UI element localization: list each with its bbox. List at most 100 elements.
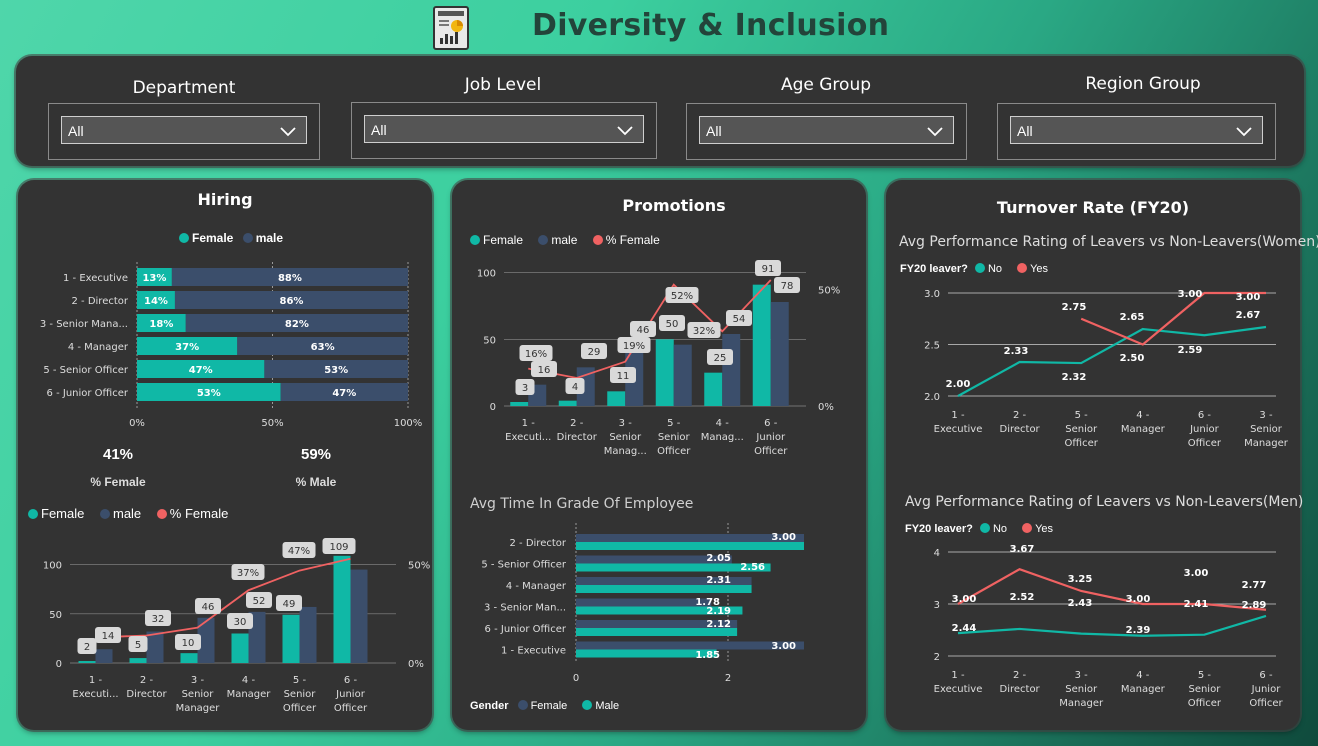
hiring-combo-legend: Female male % Female bbox=[28, 506, 240, 521]
hiring-panel: Hiring Female male 0% 50% 100% 1 - Executiv… bbox=[18, 180, 432, 730]
pct-label: 19% bbox=[623, 341, 645, 352]
data-label: 2.39 bbox=[1126, 625, 1151, 636]
category-label: 6 - bbox=[344, 675, 358, 686]
chevron-down-icon bbox=[927, 127, 943, 137]
category-label: 5 - Senior Officer bbox=[481, 560, 567, 571]
data-label-male: 82% bbox=[285, 319, 309, 330]
bar-female bbox=[510, 402, 529, 406]
category-label: Officer bbox=[1249, 698, 1283, 709]
bar-female bbox=[576, 534, 804, 542]
category-label: Junior bbox=[335, 689, 366, 700]
data-label: 3.00 bbox=[1178, 289, 1203, 300]
bar-male bbox=[722, 334, 741, 406]
category-label: Manager bbox=[1121, 424, 1166, 435]
data-label: 2.50 bbox=[1120, 353, 1145, 364]
bar-female bbox=[333, 555, 351, 663]
region-group-dropdown[interactable]: All bbox=[1010, 116, 1263, 144]
data-label: 2.05 bbox=[706, 553, 731, 564]
category-label: 5 - bbox=[667, 418, 681, 429]
data-label-male: 88% bbox=[278, 273, 302, 284]
department-dropdown[interactable]: All bbox=[61, 116, 307, 144]
y-tick-label: 0 bbox=[490, 402, 496, 413]
data-label: 54 bbox=[733, 314, 746, 325]
region-group-label: Region Group bbox=[1085, 74, 1201, 94]
category-label: Manager bbox=[1121, 684, 1166, 695]
category-label: Manager bbox=[227, 689, 272, 700]
category-label: 4 - bbox=[716, 418, 730, 429]
title-bar: Diversity & Inclusion bbox=[0, 0, 1318, 54]
legend-female: Female bbox=[41, 506, 85, 521]
time-in-grade-chart: 0 2 2 - Director 5 - Senior Officer 4 - Mana… bbox=[481, 523, 804, 684]
category-label: 2 - bbox=[1013, 670, 1027, 681]
leaver-legend-title: FY20 leaver? bbox=[900, 263, 968, 275]
category-label: Manager bbox=[1244, 438, 1289, 449]
bar-female bbox=[752, 284, 771, 406]
data-label: 29 bbox=[588, 347, 601, 358]
category-label: 6 - Junior Officer bbox=[485, 624, 567, 635]
category-label: 4 - bbox=[1136, 670, 1150, 681]
category-label: 6 - bbox=[764, 418, 778, 429]
category-label: Director bbox=[557, 432, 598, 443]
kpi-male-value: 59% bbox=[300, 446, 332, 463]
data-label: 1.85 bbox=[695, 650, 720, 661]
data-label-female: 14% bbox=[144, 296, 168, 307]
bar-male bbox=[95, 649, 113, 663]
category-label: 3 - Senior Man... bbox=[484, 603, 566, 614]
data-label: 2.59 bbox=[1178, 345, 1203, 356]
data-label-male: 86% bbox=[280, 296, 304, 307]
bar-female bbox=[78, 661, 96, 663]
bar-male bbox=[673, 344, 692, 406]
page-title: Diversity & Inclusion bbox=[532, 8, 890, 43]
category-label: Officer bbox=[657, 446, 691, 457]
bar-female bbox=[576, 598, 712, 607]
line-no bbox=[957, 325, 1267, 397]
bar-female bbox=[180, 653, 198, 663]
data-label: 49 bbox=[283, 599, 296, 610]
data-label: 3.00 bbox=[771, 641, 796, 652]
data-label: 2.00 bbox=[946, 379, 971, 390]
data-label: 2.32 bbox=[1062, 372, 1087, 383]
y-tick-label: 3.0 bbox=[924, 289, 940, 300]
y-tick-label: 2.0 bbox=[924, 392, 940, 403]
data-label: 2.65 bbox=[1120, 312, 1145, 323]
x-tick-label: 100% bbox=[394, 418, 423, 429]
pct-label: 47% bbox=[288, 546, 310, 557]
data-label: 46 bbox=[637, 325, 650, 336]
legend-no: No bbox=[992, 523, 1007, 535]
promotions-combo-chart: 0 50 100 0% 50% 1 - Executi... 2 - Director 3 - Se… bbox=[477, 260, 840, 457]
category-label: 1 - bbox=[951, 410, 965, 421]
line-no bbox=[957, 614, 1267, 637]
legend-male: male bbox=[551, 233, 578, 247]
kpi-female-label: % Female bbox=[90, 475, 146, 489]
pct-label: 16% bbox=[525, 349, 547, 360]
category-label: Executive bbox=[934, 684, 983, 695]
department-value: All bbox=[68, 123, 84, 139]
data-label: 10 bbox=[182, 638, 195, 649]
age-group-dropdown[interactable]: All bbox=[699, 116, 954, 144]
data-label: 78 bbox=[781, 281, 794, 292]
y-tick-label: 2 bbox=[934, 652, 940, 663]
legend-female: Female bbox=[483, 233, 524, 247]
pct-label: 52% bbox=[671, 291, 693, 302]
category-label: Manager bbox=[1059, 698, 1104, 709]
kpi-female-value: 41% bbox=[102, 446, 134, 463]
x-tick-label: 2 bbox=[725, 673, 731, 684]
legend-female: Female bbox=[530, 700, 568, 712]
category-label: Director bbox=[1000, 424, 1041, 435]
job-level-dropdown[interactable]: All bbox=[364, 115, 644, 143]
category-label: 1 - bbox=[951, 670, 965, 681]
category-label: 6 - Junior Officer bbox=[47, 388, 129, 399]
data-label-male: 63% bbox=[311, 342, 335, 353]
category-label: 5 - bbox=[1198, 670, 1212, 681]
bar-female bbox=[704, 372, 723, 406]
age-group-label: Age Group bbox=[780, 75, 872, 95]
category-label: 6 - bbox=[1198, 410, 1212, 421]
hiring-legend: Female male bbox=[179, 231, 289, 245]
category-label: Director bbox=[126, 689, 167, 700]
kpi-male-label: % Male bbox=[295, 475, 337, 489]
y2-tick-label: 0% bbox=[408, 659, 424, 670]
category-label: 3 - bbox=[1075, 670, 1089, 681]
y-tick-label: 100 bbox=[43, 561, 62, 572]
data-label: 3.25 bbox=[1068, 574, 1093, 585]
category-label: 4 - bbox=[1136, 410, 1150, 421]
